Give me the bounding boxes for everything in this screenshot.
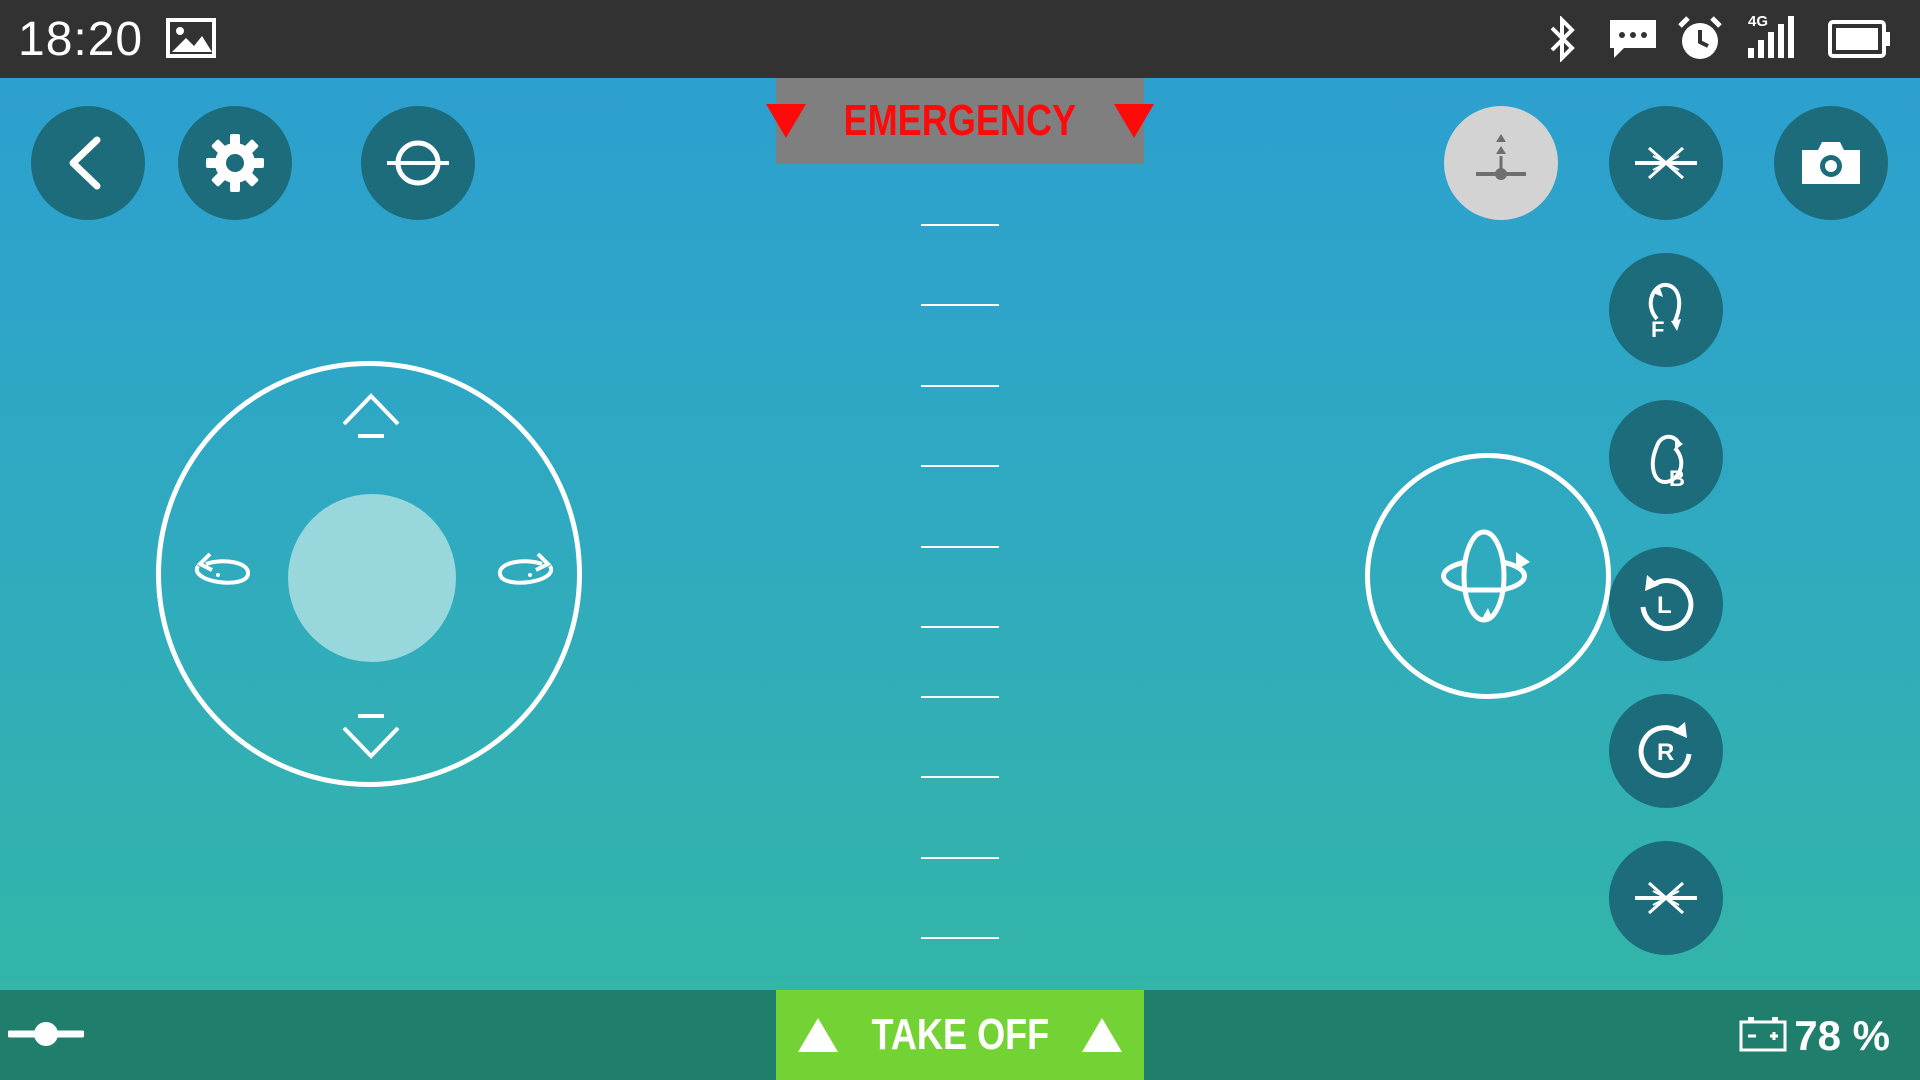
flip-left-button[interactable]: L [1609, 547, 1723, 661]
headless-mode-button[interactable] [1609, 106, 1723, 220]
up-triangle-icon [1082, 1018, 1123, 1052]
camera-button[interactable] [1774, 106, 1888, 220]
alarm-icon [1676, 14, 1724, 67]
bluetooth-icon [1546, 15, 1580, 67]
flight-direction-icon [1441, 529, 1530, 623]
ruler-tick [921, 304, 999, 306]
ruler-tick [921, 385, 999, 387]
ruler-tick [921, 696, 999, 698]
back-icon [69, 136, 101, 190]
emergency-label: EMERGENCY [843, 96, 1077, 145]
ruler-tick [921, 937, 999, 939]
altitude-hold-button[interactable] [1444, 106, 1558, 220]
one-key-return-button[interactable] [1609, 841, 1723, 955]
status-time: 18:20 [18, 13, 144, 66]
camera-icon [1802, 142, 1860, 184]
flip-back-button[interactable]: B [1609, 400, 1723, 514]
up-arrow-icon [342, 393, 400, 438]
emergency-button[interactable]: EMERGENCY [766, 78, 1154, 164]
settings-icon [206, 134, 264, 192]
flip-forward-icon: F [1648, 282, 1682, 342]
rotate-right-icon [498, 552, 554, 585]
takeoff-label: TAKE OFF [871, 1010, 1049, 1059]
ruler-tick [921, 857, 999, 859]
takeoff-button[interactable]: TAKE OFF [776, 990, 1144, 1080]
calibrate-icon [387, 140, 449, 186]
flip-back-icon: B [1650, 434, 1685, 491]
ruler-tick [921, 224, 999, 226]
settings-button[interactable] [178, 106, 292, 220]
ruler-tick [921, 546, 999, 548]
altitude-hold-icon [1476, 134, 1526, 180]
flip-left-icon: L [1640, 575, 1694, 632]
ruler-tick [921, 465, 999, 467]
battery-icon [1828, 20, 1892, 63]
flip-letter: R [1657, 739, 1674, 766]
trim-slider-icon[interactable] [8, 1014, 84, 1054]
down-triangle-icon [1113, 104, 1154, 138]
drone-battery-icon [1739, 1017, 1787, 1052]
image-icon [166, 18, 216, 63]
signal-4g-icon: 4G [1744, 12, 1800, 67]
headless-mode-icon [1635, 146, 1697, 180]
message-icon [1608, 18, 1658, 67]
ruler-tick [921, 626, 999, 628]
flip-forward-button[interactable]: F [1609, 253, 1723, 367]
down-arrow-icon [342, 714, 400, 759]
flip-right-icon: R [1638, 722, 1692, 779]
flip-letter: F [1651, 317, 1664, 342]
down-triangle-icon [766, 104, 807, 138]
status-bar: 18:20 4G [0, 0, 1920, 78]
network-label: 4G [1748, 13, 1768, 30]
one-key-return-icon [1635, 881, 1697, 915]
ruler-tick [921, 776, 999, 778]
rotate-left-icon [194, 552, 250, 585]
back-button[interactable] [31, 106, 145, 220]
flip-right-button[interactable]: R [1609, 694, 1723, 808]
calibrate-button[interactable] [361, 106, 475, 220]
up-triangle-icon [797, 1018, 838, 1052]
left-joystick-knob[interactable] [288, 494, 456, 662]
battery-percent: 78 % [1794, 1012, 1890, 1059]
flip-letter: B [1669, 466, 1685, 491]
flip-letter: L [1657, 592, 1672, 619]
